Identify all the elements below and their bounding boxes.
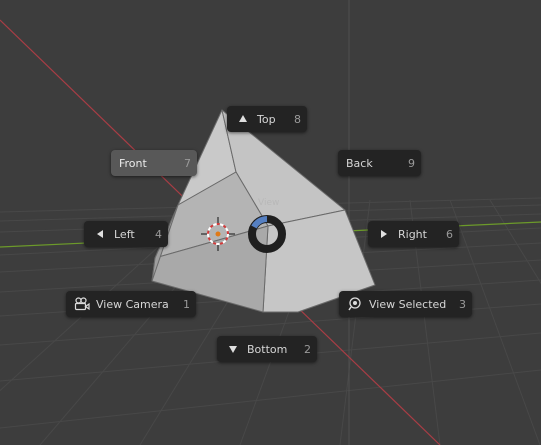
pie-item-top[interactable]: Top 8: [227, 106, 307, 132]
pie-item-shortcut: 1: [183, 297, 190, 311]
pie-menu-title: View: [258, 198, 280, 208]
pie-item-label: Bottom: [247, 342, 288, 356]
view-selected-icon: [347, 296, 363, 312]
3d-viewport[interactable]: View Top 8 Front 7 Back 9 Left 4 Right 6: [0, 0, 541, 445]
triangle-left-icon: [92, 226, 108, 242]
pie-item-label: View Selected: [369, 297, 447, 311]
pie-item-label: Front: [119, 156, 147, 170]
pie-item-shortcut: 7: [184, 156, 191, 170]
triangle-down-icon: [225, 341, 241, 357]
pie-item-shortcut: 2: [304, 342, 311, 356]
pie-item-shortcut: 4: [155, 227, 162, 241]
pie-item-bottom[interactable]: Bottom 2: [217, 336, 317, 362]
pie-item-left[interactable]: Left 4: [84, 221, 168, 247]
triangle-right-icon: [376, 226, 392, 242]
pie-item-label: Left: [114, 227, 135, 241]
triangle-up-icon: [235, 111, 251, 127]
pie-item-shortcut: 8: [294, 112, 301, 126]
pie-item-label: Right: [398, 227, 427, 241]
pie-item-back[interactable]: Back 9: [338, 150, 421, 176]
pie-item-front[interactable]: Front 7: [111, 150, 197, 176]
camera-icon: [74, 296, 90, 312]
mesh-object[interactable]: [151, 109, 376, 313]
pie-item-shortcut: 3: [459, 297, 466, 311]
pie-item-label: View Camera: [96, 297, 169, 311]
pie-item-shortcut: 9: [408, 156, 415, 170]
pie-item-label: Top: [257, 112, 276, 126]
pie-item-label: Back: [346, 156, 373, 170]
pie-item-right[interactable]: Right 6: [368, 221, 459, 247]
pie-item-shortcut: 6: [446, 227, 453, 241]
pie-item-view-camera[interactable]: View Camera 1: [66, 291, 196, 317]
pie-item-view-selected[interactable]: View Selected 3: [339, 291, 472, 317]
viewport-scene: [0, 0, 541, 445]
